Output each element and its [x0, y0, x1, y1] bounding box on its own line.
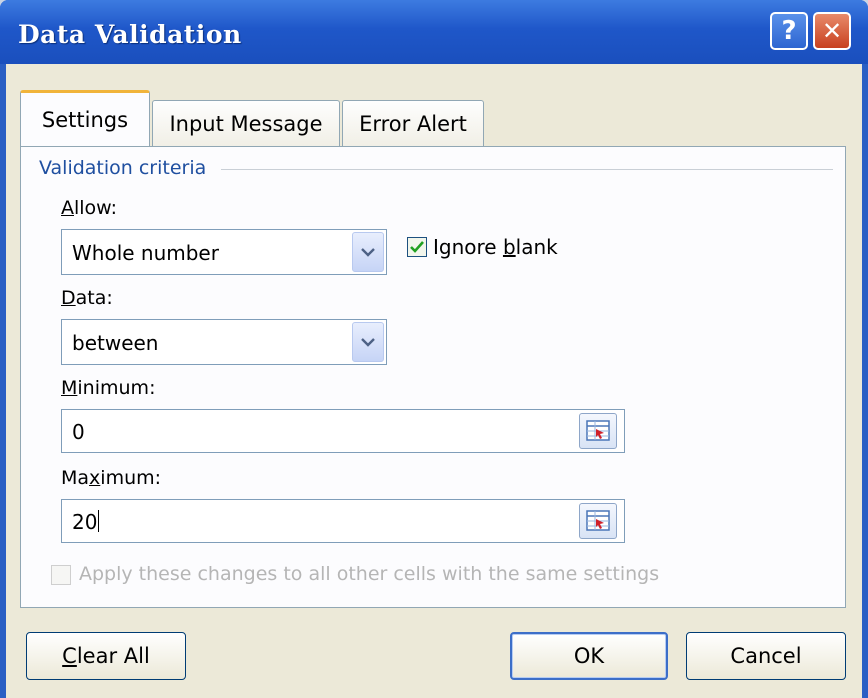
- apply-to-all-label: Apply these changes to all other cells w…: [79, 563, 660, 585]
- help-button[interactable]: ?: [770, 12, 808, 50]
- close-button[interactable]: ✕: [813, 12, 851, 50]
- minimum-input[interactable]: 0: [61, 409, 625, 453]
- tab-error-alert-label: Error Alert: [359, 111, 467, 136]
- chevron-down-icon[interactable]: [352, 322, 384, 362]
- checkmark-icon: [410, 241, 424, 253]
- cancel-label: Cancel: [730, 644, 802, 668]
- maximum-input[interactable]: 20: [61, 499, 625, 543]
- minimum-range-selector-button[interactable]: [579, 413, 617, 449]
- clear-all-button[interactable]: Clear All: [26, 632, 186, 680]
- question-mark-icon: ?: [781, 16, 797, 46]
- maximum-range-selector-button[interactable]: [579, 503, 617, 539]
- settings-panel: Validation criteria Allow: Whole number …: [20, 146, 846, 608]
- data-value: between: [72, 331, 159, 355]
- dialog-body: Settings Input Message Error Alert Valid…: [6, 64, 862, 698]
- minimum-value: 0: [72, 420, 85, 444]
- data-validation-dialog: Data Validation ? ✕ Settings Input Messa…: [0, 0, 868, 698]
- minimum-label: Minimum:: [61, 377, 156, 399]
- allow-dropdown[interactable]: Whole number: [61, 229, 387, 275]
- ok-label: OK: [573, 644, 605, 668]
- validation-criteria-label: Validation criteria: [39, 157, 217, 179]
- collapse-dialog-icon: [586, 420, 610, 441]
- tab-input-message[interactable]: Input Message: [152, 100, 340, 146]
- data-label: Data:: [61, 287, 113, 309]
- title-bar[interactable]: Data Validation ? ✕: [0, 0, 868, 64]
- maximum-label: Maximum:: [61, 467, 162, 489]
- tab-error-alert[interactable]: Error Alert: [342, 100, 484, 146]
- apply-to-all-checkbox[interactable]: [51, 565, 71, 585]
- tab-settings-label: Settings: [41, 107, 129, 132]
- allow-label: Allow:: [61, 197, 118, 219]
- cancel-button[interactable]: Cancel: [686, 632, 846, 680]
- ignore-blank-checkbox[interactable]: [407, 237, 427, 257]
- tab-input-message-label: Input Message: [169, 111, 323, 136]
- collapse-dialog-icon: [586, 510, 610, 531]
- data-dropdown[interactable]: between: [61, 319, 387, 365]
- ignore-blank-label[interactable]: Ignore blank: [433, 235, 558, 259]
- chevron-down-icon[interactable]: [352, 232, 384, 272]
- dialog-title: Data Validation: [18, 20, 242, 49]
- tab-settings[interactable]: Settings: [20, 90, 150, 146]
- allow-value: Whole number: [72, 241, 219, 265]
- group-divider: [221, 169, 833, 170]
- close-icon: ✕: [821, 17, 843, 45]
- clear-all-label: Clear All: [62, 644, 150, 668]
- maximum-value: 20: [72, 510, 100, 534]
- ok-button[interactable]: OK: [510, 632, 668, 680]
